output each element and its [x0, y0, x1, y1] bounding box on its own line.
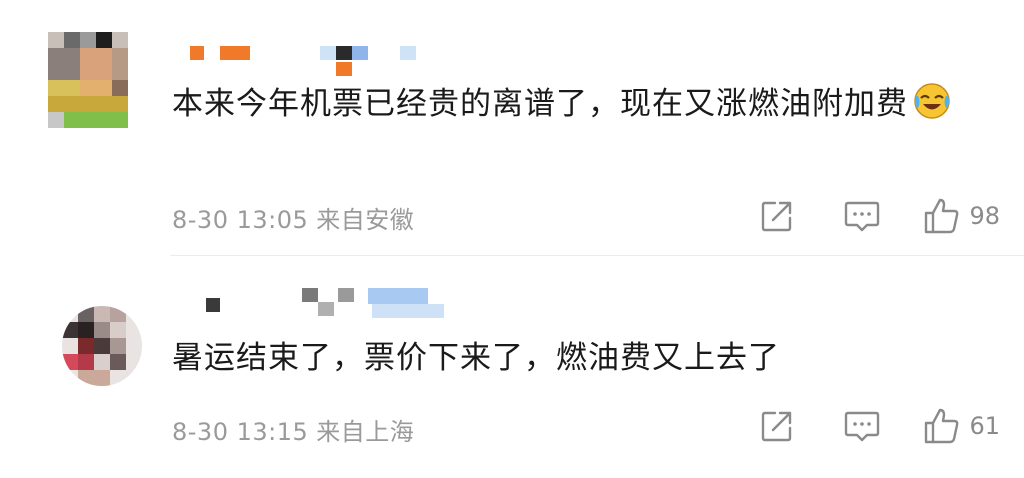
- like-button[interactable]: 98: [923, 197, 1000, 235]
- share-button[interactable]: [759, 198, 795, 234]
- comment-icon: [845, 201, 880, 232]
- comment-body: 暑运结束了，票价下来了，燃油费又上去了: [172, 340, 780, 376]
- laughing-crying-emoji-icon: [912, 80, 952, 120]
- username[interactable]: [190, 46, 420, 76]
- comment-text: 本来今年机票已经贵的离谱了，现在又涨燃油附加费: [172, 78, 992, 130]
- avatar[interactable]: [48, 32, 128, 128]
- comment-date: 8-30 13:05: [172, 206, 309, 234]
- comment-icon: [845, 411, 880, 442]
- comment-meta: 8-30 13:05 来自安徽: [172, 200, 414, 235]
- thumbs-up-icon: [925, 198, 959, 234]
- comment-actions: 98: [759, 196, 1000, 236]
- thumbs-up-icon: [925, 408, 959, 444]
- comment-item: 本来今年机票已经贵的离谱了，现在又涨燃油附加费 8-30 13:05来自安徽: [0, 0, 1024, 255]
- share-icon: [762, 411, 792, 442]
- reply-button[interactable]: [843, 408, 881, 444]
- like-button[interactable]: 61: [923, 407, 1000, 445]
- username[interactable]: [206, 288, 446, 318]
- share-button[interactable]: [759, 408, 795, 444]
- like-count: 98: [969, 202, 1000, 230]
- reply-button[interactable]: [843, 198, 881, 234]
- comment-item: 暑运结束了，票价下来了，燃油费又上去了 8-30 13:15 来自上海 61: [0, 256, 1024, 478]
- comment-body: 本来今年机票已经贵的离谱了，现在又涨燃油附加费: [172, 86, 908, 122]
- comment-text: 暑运结束了，票价下来了，燃油费又上去了: [172, 332, 992, 384]
- comment-location: 来自上海: [316, 418, 415, 446]
- comment-location: 来自安徽: [316, 206, 415, 234]
- like-count: 61: [969, 412, 1000, 440]
- comment-actions: 61: [759, 406, 1000, 446]
- comment-date: 8-30 13:15: [172, 418, 309, 446]
- share-icon: [762, 201, 792, 232]
- comment-meta: 8-30 13:15 来自上海: [172, 412, 414, 447]
- avatar[interactable]: [62, 306, 142, 386]
